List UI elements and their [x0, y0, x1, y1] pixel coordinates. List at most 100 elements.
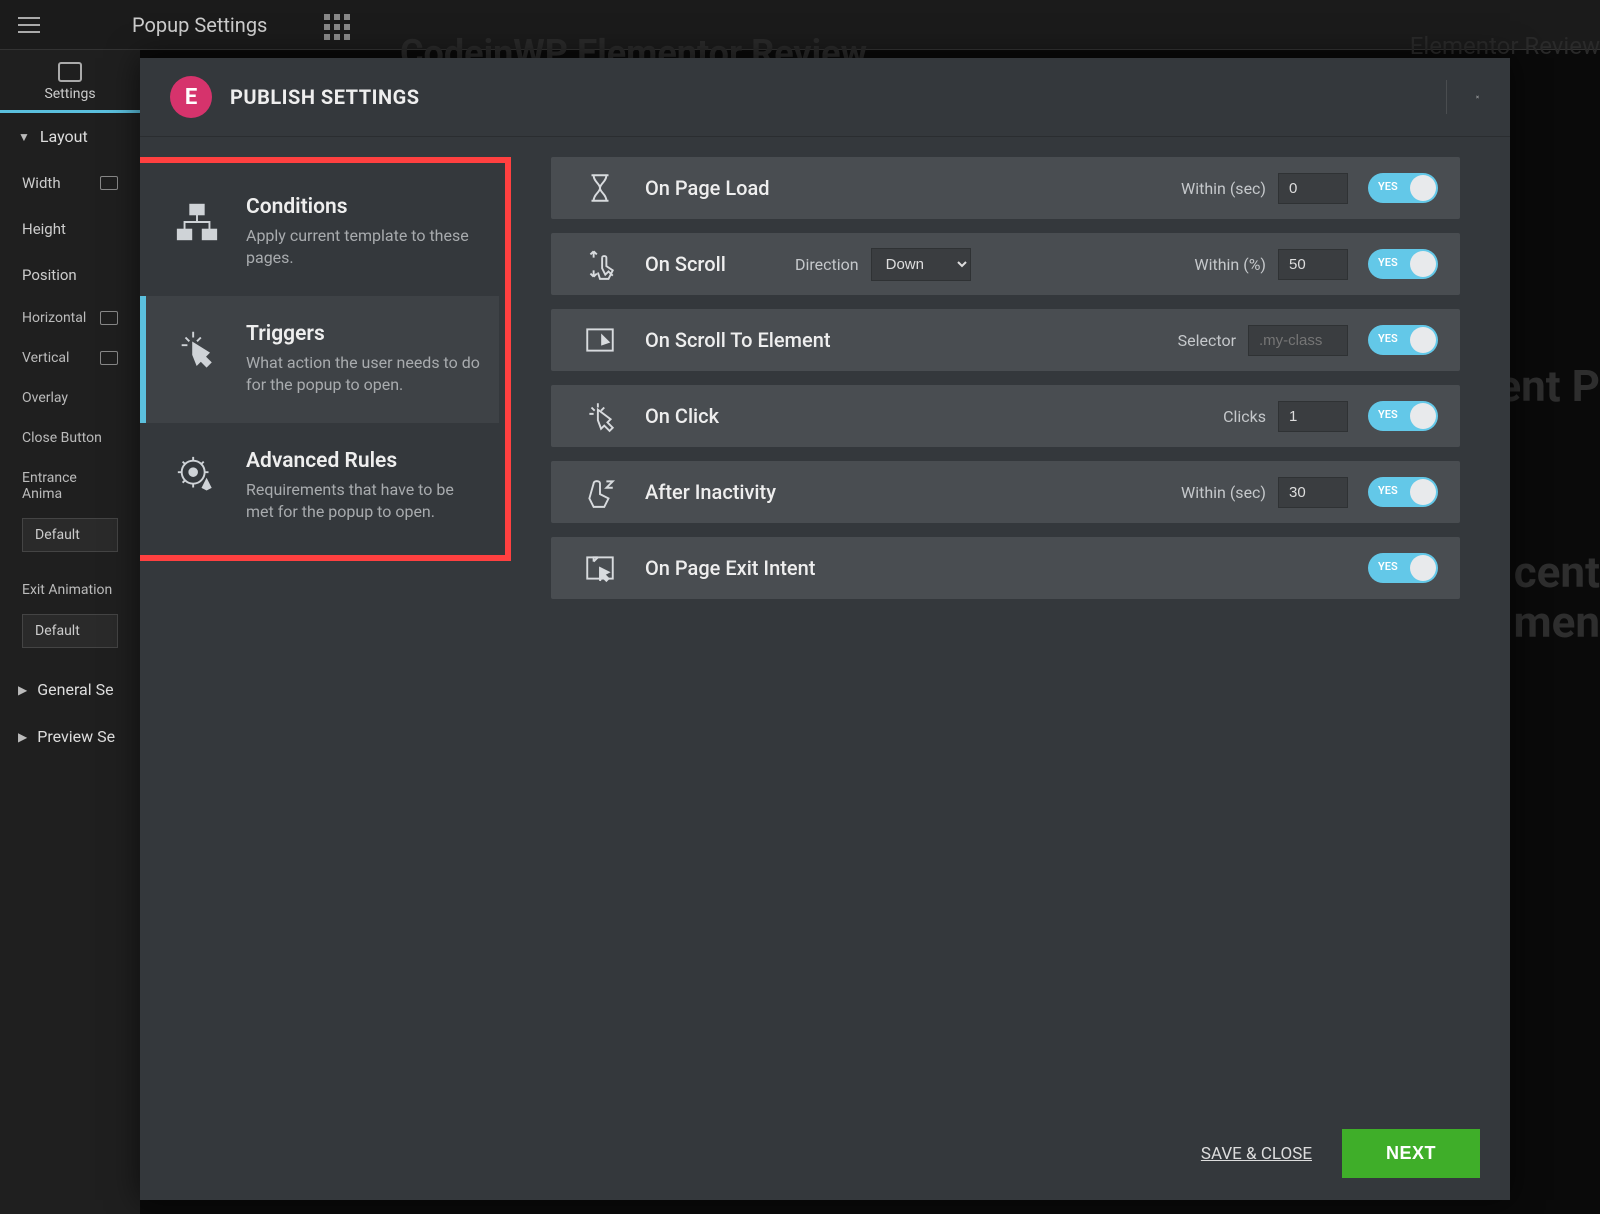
nav-triggers-desc: What action the user needs to do for the… — [246, 352, 485, 397]
control-vertical-label: Vertical — [22, 350, 69, 366]
nav-conditions[interactable]: Conditions Apply current template to the… — [140, 169, 499, 296]
triggers-icon — [170, 322, 224, 376]
toggle-scroll-element[interactable]: YES — [1368, 325, 1438, 355]
modal-footer: SAVE & CLOSE NEXT — [140, 1115, 1510, 1200]
nav-triggers[interactable]: Triggers What action the user needs to d… — [140, 296, 499, 423]
clicks-input[interactable] — [1278, 401, 1348, 432]
control-entrance-anim-label: Entrance Anima — [22, 470, 118, 502]
control-width-label: Width — [22, 174, 61, 192]
trigger-scroll: On Scroll Direction Down Within (%) YES — [551, 233, 1460, 295]
advanced-rules-icon — [170, 449, 224, 503]
toggle-yes-label: YES — [1378, 408, 1398, 421]
control-position-label: Position — [22, 266, 77, 284]
click-icon — [575, 399, 625, 433]
control-vertical[interactable]: Vertical — [0, 338, 140, 378]
toggle-yes-label: YES — [1378, 560, 1398, 573]
section-general[interactable]: ▶ General Se — [0, 666, 140, 713]
modal-title: PUBLISH SETTINGS — [230, 85, 420, 109]
control-width[interactable]: Width — [0, 160, 140, 206]
toggle-page-load[interactable]: YES — [1368, 173, 1438, 203]
apps-grid-icon[interactable] — [324, 14, 350, 40]
trigger-click: On Click Clicks YES — [551, 385, 1460, 447]
trigger-name: On Click — [645, 404, 825, 428]
control-entrance-anim: Entrance Anima — [0, 458, 140, 514]
control-horizontal-label: Horizontal — [22, 310, 86, 326]
nav-triggers-title: Triggers — [246, 322, 485, 346]
nav-advanced-title: Advanced Rules — [246, 449, 485, 473]
control-height[interactable]: Height — [0, 206, 140, 252]
section-general-label: General Se — [37, 680, 113, 699]
trigger-name: On Scroll To Element — [645, 328, 831, 352]
trigger-name: On Page Load — [645, 176, 825, 200]
close-icon — [1475, 86, 1480, 108]
nav-advanced-rules[interactable]: Advanced Rules Requirements that have to… — [140, 423, 499, 550]
trigger-scroll-element: On Scroll To Element Selector YES — [551, 309, 1460, 371]
publish-settings-modal: E PUBLISH SETTINGS Conditions Apply curr… — [140, 58, 1510, 1200]
bg-text: cent — [1514, 546, 1600, 598]
toggle-yes-label: YES — [1378, 332, 1398, 345]
bg-breadcrumb: Elementor Review — [1410, 32, 1600, 60]
trigger-exit-intent: On Page Exit Intent YES — [551, 537, 1460, 599]
selector-label: Selector — [1178, 331, 1236, 350]
settings-tab[interactable]: Settings — [0, 50, 140, 113]
control-horizontal[interactable]: Horizontal — [0, 298, 140, 338]
exit-intent-icon — [575, 551, 625, 585]
within-sec-label: Within (sec) — [1181, 483, 1266, 502]
clicks-label: Clicks — [1223, 407, 1266, 426]
control-exit-anim: Exit Animation — [0, 570, 140, 610]
toggle-click[interactable]: YES — [1368, 401, 1438, 431]
exit-anim-select[interactable]: Default — [22, 614, 118, 648]
within-pct-label: Within (%) — [1194, 255, 1266, 274]
control-close-button-label: Close Button — [22, 430, 102, 446]
control-overlay-label: Overlay — [22, 390, 68, 406]
device-desktop-icon — [100, 311, 118, 325]
caret-down-icon: ▼ — [18, 130, 30, 144]
selector-input[interactable] — [1248, 325, 1348, 356]
trigger-page-load: On Page Load Within (sec) YES — [551, 157, 1460, 219]
scroll-icon — [575, 247, 625, 281]
modal-nav: Conditions Apply current template to the… — [140, 137, 535, 1115]
nav-conditions-title: Conditions — [246, 195, 485, 219]
toggle-inactivity[interactable]: YES — [1368, 477, 1438, 507]
inactivity-icon — [575, 475, 625, 509]
menu-icon[interactable] — [18, 17, 40, 33]
hourglass-icon — [575, 171, 625, 205]
control-close-button[interactable]: Close Button — [0, 418, 140, 458]
settings-tab-icon — [58, 62, 82, 82]
within-sec-label: Within (sec) — [1181, 179, 1266, 198]
conditions-icon — [170, 195, 224, 249]
settings-tab-label: Settings — [44, 86, 95, 102]
within-sec-input[interactable] — [1278, 477, 1348, 508]
direction-select[interactable]: Down — [871, 248, 971, 281]
section-preview[interactable]: ▶ Preview Se — [0, 713, 140, 760]
device-desktop-icon — [100, 176, 118, 190]
within-pct-input[interactable] — [1278, 249, 1348, 280]
trigger-name: On Page Exit Intent — [645, 556, 825, 580]
control-exit-anim-label: Exit Animation — [22, 582, 112, 598]
modal-header: E PUBLISH SETTINGS — [140, 58, 1510, 137]
within-sec-input[interactable] — [1278, 173, 1348, 204]
nav-conditions-desc: Apply current template to these pages. — [246, 225, 485, 270]
section-layout[interactable]: ▼ Layout — [0, 113, 140, 160]
toggle-exit-intent[interactable]: YES — [1368, 553, 1438, 583]
caret-right-icon: ▶ — [18, 683, 27, 697]
section-layout-label: Layout — [40, 127, 88, 146]
close-button[interactable] — [1446, 80, 1480, 114]
settings-side-panel: Settings ▼ Layout Width Height Position … — [0, 50, 140, 1214]
save-and-close-link[interactable]: SAVE & CLOSE — [1201, 1144, 1312, 1164]
entrance-anim-select[interactable]: Default — [22, 518, 118, 552]
nav-highlight-box: Conditions Apply current template to the… — [140, 157, 511, 561]
control-overlay[interactable]: Overlay — [0, 378, 140, 418]
toggle-yes-label: YES — [1378, 484, 1398, 497]
trigger-inactivity: After Inactivity Within (sec) YES — [551, 461, 1460, 523]
next-button[interactable]: NEXT — [1342, 1129, 1480, 1178]
nav-advanced-desc: Requirements that have to be met for the… — [246, 479, 485, 524]
toggle-scroll[interactable]: YES — [1368, 249, 1438, 279]
section-preview-label: Preview Se — [37, 727, 115, 746]
control-height-label: Height — [22, 220, 66, 238]
scroll-to-element-icon — [575, 323, 625, 357]
trigger-name: On Scroll — [645, 252, 755, 276]
trigger-name: After Inactivity — [645, 480, 825, 504]
direction-label: Direction — [795, 255, 859, 274]
elementor-logo-icon: E — [170, 76, 212, 118]
